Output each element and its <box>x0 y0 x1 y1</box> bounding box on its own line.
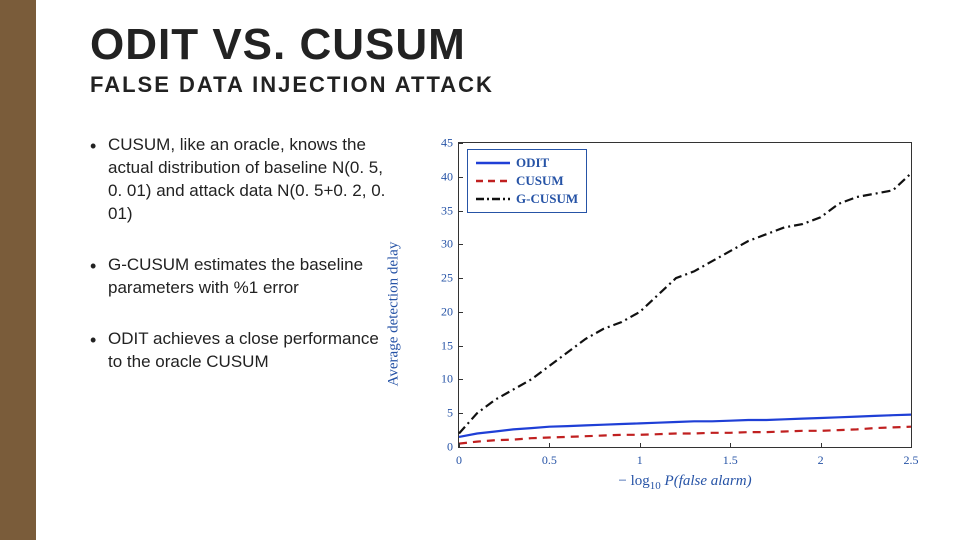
legend-swatch-cusum <box>476 175 510 187</box>
legend-item-cusum: CUSUM <box>476 172 578 190</box>
y-tick-label: 5 <box>447 406 459 421</box>
slide-title: ODIT VS. CUSUM <box>90 20 920 70</box>
legend: ODIT CUSUM G-CUSUM <box>467 149 587 213</box>
x-tick-label: 0.5 <box>542 447 557 468</box>
y-tick-label: 35 <box>441 203 459 218</box>
plot-area: ODIT CUSUM G-CUSUM 05101520253035404500.… <box>458 142 912 448</box>
bullet-item: CUSUM, like an oracle, knows the actual … <box>90 134 390 226</box>
x-tick-label: 1 <box>637 447 643 468</box>
y-tick-label: 45 <box>441 136 459 151</box>
bullet-item: ODIT achieves a close performance to the… <box>90 328 390 374</box>
legend-item-odit: ODIT <box>476 154 578 172</box>
chart: Average detection delay ODIT CUSUM <box>400 134 920 494</box>
bullet-list: CUSUM, like an oracle, knows the actual … <box>90 134 390 494</box>
legend-swatch-gcusum <box>476 193 510 205</box>
body-row: CUSUM, like an oracle, knows the actual … <box>90 134 920 494</box>
slide: ODIT VS. CUSUM FALSE DATA INJECTION ATTA… <box>0 0 960 540</box>
legend-swatch-odit <box>476 157 510 169</box>
y-tick-label: 20 <box>441 304 459 319</box>
legend-label: G-CUSUM <box>516 191 578 207</box>
x-axis-label: − log10 P(false alarm) <box>458 473 912 492</box>
slide-subtitle: FALSE DATA INJECTION ATTACK <box>90 72 920 98</box>
y-tick-label: 10 <box>441 372 459 387</box>
y-axis-label: Average detection delay <box>386 242 403 387</box>
x-tick-label: 2 <box>818 447 824 468</box>
legend-item-gcusum: G-CUSUM <box>476 190 578 208</box>
y-tick-label: 30 <box>441 237 459 252</box>
x-tick-label: 2.5 <box>904 447 919 468</box>
bullet-item: G-CUSUM estimates the baseline parameter… <box>90 254 390 300</box>
x-tick-label: 1.5 <box>723 447 738 468</box>
y-tick-label: 25 <box>441 271 459 286</box>
x-tick-label: 0 <box>456 447 462 468</box>
content-area: ODIT VS. CUSUM FALSE DATA INJECTION ATTA… <box>90 20 920 520</box>
legend-label: CUSUM <box>516 173 564 189</box>
legend-label: ODIT <box>516 155 549 171</box>
y-tick-label: 40 <box>441 169 459 184</box>
left-scallop-decoration <box>0 0 36 540</box>
y-tick-label: 15 <box>441 338 459 353</box>
